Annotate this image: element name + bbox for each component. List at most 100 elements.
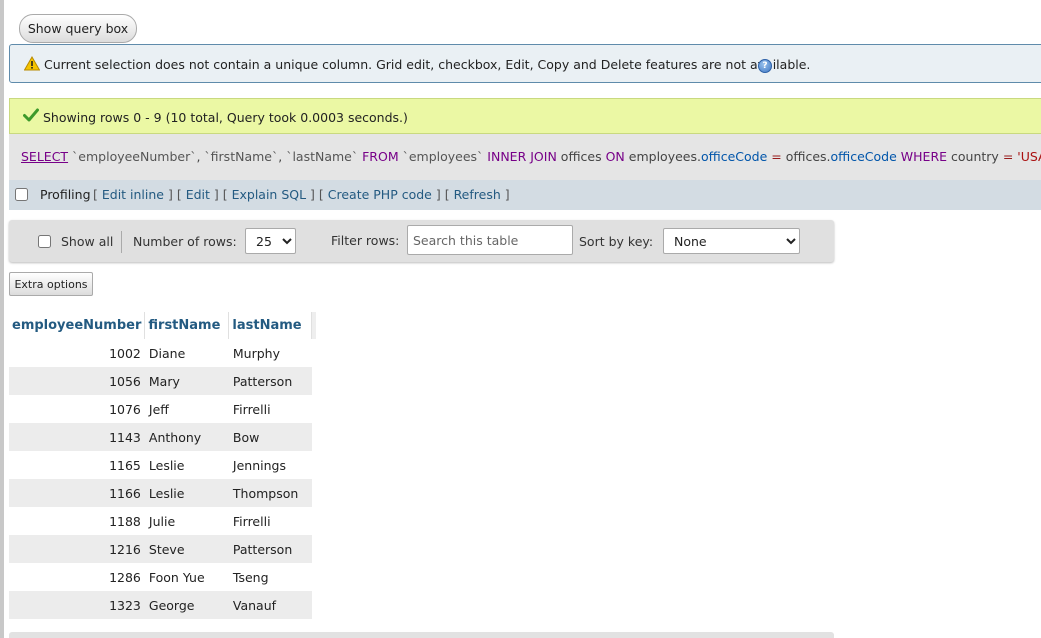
number-of-rows-label: Number of rows: — [133, 234, 237, 249]
spacer-cell — [312, 423, 317, 451]
query-action-links: [ Edit inline ] [ Edit ] [ Explain SQL ]… — [93, 187, 510, 202]
sql-keyword: WHERE — [900, 149, 948, 164]
last-name-cell: Firrelli — [228, 507, 312, 535]
sql-column-ref: officeCode — [830, 149, 897, 164]
first-name-cell: Leslie — [144, 479, 229, 507]
sql-operator: = — [1002, 149, 1014, 164]
spacer-cell — [312, 339, 317, 367]
results-table: employeeNumber firstName lastName 1002 D… — [9, 312, 317, 619]
spacer-cell — [312, 367, 317, 395]
last-name-cell: Patterson — [228, 367, 312, 395]
spacer-cell — [312, 535, 317, 563]
table-row: 1143 Anthony Bow — [9, 423, 316, 451]
employee-number-cell: 1216 — [9, 535, 145, 563]
table-row: 1076 Jeff Firrelli — [9, 395, 316, 423]
last-name-cell: Patterson — [228, 535, 312, 563]
employee-number-cell: 1076 — [9, 395, 145, 423]
first-name-cell: Leslie — [144, 451, 229, 479]
employee-number-cell: 1166 — [9, 479, 145, 507]
last-name-cell: Murphy — [228, 339, 312, 367]
success-text: Showing rows 0 - 9 (10 total, Query took… — [43, 110, 408, 125]
create-php-code-link[interactable]: Create PHP code — [328, 187, 432, 202]
first-name-cell: Foon Yue — [144, 563, 229, 591]
table-row: 1216 Steve Patterson — [9, 535, 316, 563]
divider — [121, 231, 122, 253]
sort-by-key-label: Sort by key: — [579, 234, 654, 249]
column-header-firstname[interactable]: firstName — [144, 312, 230, 339]
column-header-spacer — [311, 312, 317, 339]
last-name-cell: Firrelli — [228, 395, 312, 423]
checkmark-icon — [23, 108, 39, 125]
sql-table: offices — [560, 149, 602, 164]
employee-number-cell: 1165 — [9, 451, 145, 479]
sql-column-ref: country — [951, 149, 999, 164]
sql-operator: = — [771, 149, 782, 164]
employee-number-cell: 1323 — [9, 591, 145, 619]
table-row: 1056 Mary Patterson — [9, 367, 316, 395]
sql-column: `employeeNumber` — [72, 149, 197, 164]
table-row: 1002 Diane Murphy — [9, 339, 316, 367]
table-row: 1323 George Vanauf — [9, 591, 316, 619]
column-header-employeenumber[interactable]: employeeNumber — [9, 312, 146, 339]
table-row: 1165 Leslie Jennings — [9, 451, 316, 479]
success-message: Showing rows 0 - 9 (10 total, Query took… — [9, 98, 1041, 134]
bottom-navigation-panel-edge — [9, 632, 834, 638]
show-all-checkbox[interactable] — [38, 235, 51, 248]
edit-link[interactable]: Edit — [186, 187, 210, 202]
sql-query-display: SELECT `employeeNumber`, `firstName`, `l… — [9, 134, 1041, 180]
column-header-lastname[interactable]: lastName — [228, 312, 313, 339]
table-row: 1166 Leslie Thompson — [9, 479, 316, 507]
query-actions-bar: Profiling [ Edit inline ] [ Edit ] [ Exp… — [9, 180, 1041, 210]
employee-number-cell: 1286 — [9, 563, 145, 591]
warning-icon — [23, 55, 41, 74]
spacer-cell — [312, 395, 317, 423]
first-name-cell: George — [144, 591, 229, 619]
table-navigation-panel: Show all Number of rows: 25 Filter rows:… — [9, 220, 834, 262]
notice-text: Current selection does not contain a uni… — [44, 57, 811, 72]
sort-by-key-select[interactable]: None — [663, 228, 800, 254]
sql-table-ref: offices. — [785, 149, 831, 164]
spacer-cell — [312, 479, 317, 507]
sql-table: `employees` — [402, 149, 484, 164]
first-name-cell: Anthony — [144, 423, 229, 451]
left-border — [0, 0, 4, 638]
sql-keyword: INNER JOIN — [487, 149, 557, 164]
first-name-cell: Jeff — [144, 395, 229, 423]
employee-number-cell: 1056 — [9, 367, 145, 395]
show-query-box-button[interactable]: Show query box — [19, 14, 137, 43]
first-name-cell: Mary — [144, 367, 229, 395]
spacer-cell — [312, 451, 317, 479]
sql-string: 'USA' — [1017, 149, 1041, 164]
sql-keyword: FROM — [362, 149, 399, 164]
explain-sql-link[interactable]: Explain SQL — [232, 187, 306, 202]
filter-rows-input[interactable] — [407, 225, 573, 255]
notice-box: Current selection does not contain a uni… — [9, 44, 1041, 83]
table-row: 1286 Foon Yue Tseng — [9, 563, 316, 591]
profiling-label: Profiling — [40, 187, 91, 202]
spacer-cell — [312, 591, 317, 619]
profiling-checkbox[interactable] — [15, 188, 28, 201]
refresh-link[interactable]: Refresh — [454, 187, 501, 202]
sql-select-keyword[interactable]: SELECT — [21, 149, 68, 164]
sql-query-text: SELECT `employeeNumber`, `firstName`, `l… — [21, 149, 1041, 164]
employee-number-cell: 1143 — [9, 423, 145, 451]
sql-column: `firstName` — [204, 149, 279, 164]
show-all-label[interactable]: Show all — [61, 234, 113, 249]
number-of-rows-select[interactable]: 25 — [245, 228, 296, 254]
spacer-cell — [312, 507, 317, 535]
table-row: 1188 Julie Firrelli — [9, 507, 316, 535]
sql-column-ref: officeCode — [700, 149, 768, 164]
extra-options-button[interactable]: Extra options — [9, 272, 93, 296]
sql-column: `lastName` — [286, 149, 359, 164]
filter-rows-label: Filter rows: — [331, 233, 400, 248]
sql-keyword: ON — [605, 149, 625, 164]
first-name-cell: Steve — [144, 535, 229, 563]
employee-number-cell: 1188 — [9, 507, 145, 535]
help-icon[interactable]: ? — [758, 59, 772, 73]
spacer-cell — [312, 563, 317, 591]
first-name-cell: Diane — [144, 339, 229, 367]
last-name-cell: Vanauf — [228, 591, 312, 619]
employee-number-cell: 1002 — [9, 339, 145, 367]
first-name-cell: Julie — [144, 507, 229, 535]
edit-inline-link[interactable]: Edit inline — [102, 187, 164, 202]
